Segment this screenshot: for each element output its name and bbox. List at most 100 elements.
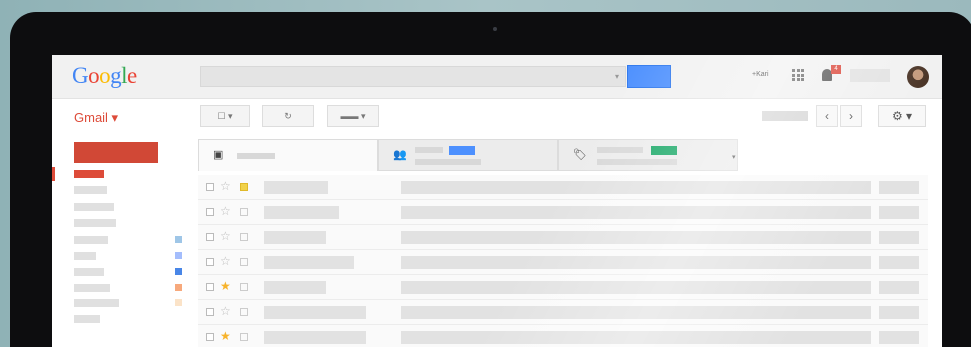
label-color	[175, 252, 182, 259]
email-date	[879, 256, 919, 269]
tab-primary[interactable]: ▣	[198, 139, 378, 171]
page-count	[762, 111, 808, 121]
search-button[interactable]	[627, 65, 671, 88]
important-marker-icon[interactable]	[240, 183, 248, 191]
avatar[interactable]	[907, 66, 929, 88]
star-icon[interactable]: ☆	[220, 304, 231, 318]
row-checkbox[interactable]	[206, 283, 214, 291]
star-icon[interactable]: ★	[220, 329, 231, 343]
compose-button[interactable]	[74, 142, 158, 163]
tab-social[interactable]: 👥	[378, 139, 558, 171]
active-folder-marker	[52, 167, 55, 181]
star-icon[interactable]: ☆	[220, 179, 231, 193]
email-subject	[401, 306, 871, 319]
email-sender	[264, 306, 366, 319]
people-icon: 👥	[393, 149, 407, 161]
label-color	[175, 284, 182, 291]
row-checkbox[interactable]	[206, 258, 214, 266]
sidebar-item-inbox[interactable]	[74, 170, 104, 178]
important-marker-icon[interactable]	[240, 283, 248, 291]
email-sender	[264, 231, 326, 244]
email-date	[879, 281, 919, 294]
sidebar-item[interactable]	[74, 252, 96, 260]
star-icon[interactable]: ☆	[220, 229, 231, 243]
row-checkbox[interactable]	[206, 333, 214, 341]
email-date	[879, 231, 919, 244]
tab-badge	[449, 146, 475, 155]
older-button[interactable]: ›	[840, 105, 862, 127]
sidebar-item[interactable]	[74, 236, 108, 244]
google-bar: Google ▾ +Kari 4	[52, 55, 942, 99]
settings-button[interactable]: ⚙ ▾	[878, 105, 926, 127]
gmail-menu[interactable]: Gmail ▾	[74, 110, 118, 126]
newer-button[interactable]: ‹	[816, 105, 838, 127]
tab-label	[237, 153, 275, 159]
row-checkbox[interactable]	[206, 308, 214, 316]
email-subject	[401, 256, 871, 269]
tabs-more-icon[interactable]: ▾	[732, 153, 736, 161]
apps-grid-icon[interactable]	[792, 69, 804, 81]
mail-toolbar: Gmail ▾ ☐ ▾ ↻ ▬▬ ▾ ‹ › ⚙ ▾	[52, 100, 942, 136]
search-input[interactable]: ▾	[200, 66, 626, 87]
logo-letter: G	[72, 63, 89, 88]
email-date	[879, 331, 919, 344]
email-sender	[264, 281, 326, 294]
email-subject	[401, 281, 871, 294]
sidebar-item[interactable]	[74, 186, 107, 194]
share-button[interactable]	[850, 69, 890, 82]
row-checkbox[interactable]	[206, 233, 214, 241]
email-sender	[264, 331, 366, 344]
sidebar-item[interactable]	[74, 219, 116, 227]
table-row[interactable]: ☆	[198, 225, 928, 250]
chevron-down-icon[interactable]: ▾	[615, 72, 619, 81]
tab-snippet	[415, 159, 481, 165]
table-row[interactable]: ★	[198, 275, 928, 300]
star-icon[interactable]: ★	[220, 279, 231, 293]
important-marker-icon[interactable]	[240, 258, 248, 266]
star-icon[interactable]: ☆	[220, 204, 231, 218]
sidebar-item[interactable]	[74, 268, 104, 276]
select-checkbox-button[interactable]: ☐ ▾	[200, 105, 250, 127]
sidebar-item[interactable]	[74, 284, 110, 292]
refresh-button[interactable]: ↻	[262, 105, 314, 127]
label-color	[175, 236, 182, 243]
email-date	[879, 306, 919, 319]
table-row[interactable]: ☆	[198, 300, 928, 325]
important-marker-icon[interactable]	[240, 233, 248, 241]
row-checkbox[interactable]	[206, 208, 214, 216]
email-subject	[401, 181, 871, 194]
inbox-tabs: ▣ 👥 🏷	[198, 139, 742, 171]
tab-label	[415, 147, 443, 153]
table-row[interactable]: ☆	[198, 250, 928, 275]
more-button[interactable]: ▬▬ ▾	[327, 105, 379, 127]
table-row[interactable]: ☆	[198, 175, 928, 200]
google-logo[interactable]: Google	[72, 63, 137, 89]
row-checkbox[interactable]	[206, 183, 214, 191]
sidebar-item[interactable]	[74, 203, 114, 211]
email-sender	[264, 256, 354, 269]
email-sender	[264, 206, 339, 219]
star-icon[interactable]: ☆	[220, 254, 231, 268]
email-date	[879, 206, 919, 219]
important-marker-icon[interactable]	[240, 333, 248, 341]
table-row[interactable]: ★	[198, 325, 928, 347]
logo-letter: o	[99, 63, 111, 88]
sidebar-item-more[interactable]	[74, 315, 100, 323]
logo-letter: o	[88, 63, 100, 88]
label-color	[175, 268, 182, 275]
logo-letter: g	[110, 63, 122, 88]
camera-icon	[493, 27, 497, 31]
email-subject	[401, 206, 871, 219]
email-date	[879, 181, 919, 194]
important-marker-icon[interactable]	[240, 308, 248, 316]
important-marker-icon[interactable]	[240, 208, 248, 216]
email-sender	[264, 181, 328, 194]
tab-promotions[interactable]: 🏷	[558, 139, 738, 171]
table-row[interactable]: ☆	[198, 200, 928, 225]
email-subject	[401, 231, 871, 244]
tab-label	[597, 147, 643, 153]
tag-icon: 🏷	[573, 149, 587, 161]
label-color	[175, 299, 182, 306]
sidebar-item[interactable]	[74, 299, 119, 307]
user-name-link[interactable]: +Kari	[752, 71, 769, 78]
